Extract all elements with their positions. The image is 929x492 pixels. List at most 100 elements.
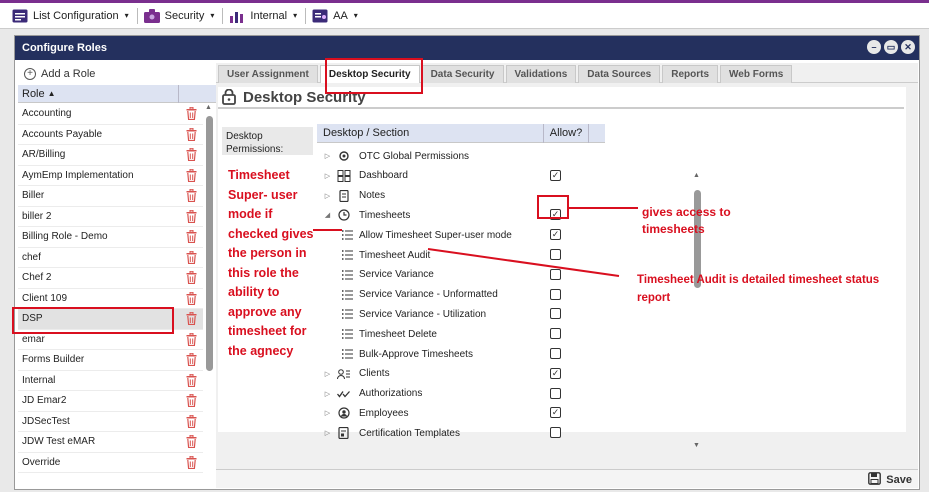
expand-toggle-icon[interactable]: ▷ [323,409,332,417]
trash-icon[interactable] [186,414,197,428]
tab-data-security[interactable]: Data Security [421,65,504,83]
trash-icon[interactable] [186,168,197,182]
tab-user-assignment[interactable]: User Assignment [218,65,318,83]
maximize-icon[interactable]: ▭ [884,40,898,54]
minimize-icon[interactable]: – [867,40,881,54]
section-column-header[interactable]: Desktop / Section [317,123,544,143]
close-icon[interactable]: ✕ [901,40,915,54]
role-row[interactable]: AR/Billing [18,145,203,166]
allow-checkbox[interactable] [550,427,561,439]
trash-icon[interactable] [186,393,197,408]
allow-checkbox[interactable] [550,387,561,399]
allow-checkbox[interactable] [550,348,561,359]
permission-row[interactable]: ▷ Authorizations [323,384,423,404]
permission-row[interactable]: ▷ Notes [323,186,385,206]
permission-row[interactable]: Allow Timesheet Super-user mode [341,225,512,245]
permission-row[interactable]: Service Variance - Utilization [341,304,486,324]
permission-row[interactable]: Service Variance - Unformatted [341,285,498,305]
allow-checkbox[interactable] [550,328,561,340]
chevron-down-icon: ▾ [124,11,129,20]
allow-checkbox[interactable]: ✓ [550,367,561,379]
trash-icon[interactable] [186,332,197,346]
trash-icon[interactable] [186,250,197,264]
expand-toggle-icon[interactable]: ◢ [323,211,332,219]
column-divider[interactable] [178,85,179,103]
permission-row[interactable]: ▷ Dashboard [323,166,408,186]
allow-checkbox[interactable] [550,268,561,280]
trash-icon[interactable] [186,188,197,203]
trash-icon[interactable] [186,311,197,326]
allow-checkbox[interactable]: ✓ [550,169,561,181]
role-row[interactable]: Accounting [18,104,203,125]
trash-icon[interactable] [186,229,197,244]
permission-row[interactable]: Timesheet Delete [341,324,437,344]
role-row[interactable]: Forms Builder [18,350,203,371]
permission-row[interactable]: Bulk-Approve Timesheets [341,344,473,364]
allow-checkbox[interactable]: ✓ [550,407,561,419]
expand-toggle-icon[interactable]: ▷ [323,152,332,160]
trash-icon[interactable] [186,373,197,387]
expand-toggle-icon[interactable]: ▷ [323,370,332,378]
permission-row[interactable]: ◢ Timesheets [323,205,410,225]
expand-toggle-icon[interactable]: ▷ [323,192,332,200]
expand-toggle-icon[interactable]: ▷ [323,390,332,398]
tab-web-forms[interactable]: Web Forms [720,65,793,83]
dialog-titlebar[interactable]: Configure Roles – ▭ ✕ [15,36,919,60]
role-row[interactable]: biller 2 [18,207,203,227]
allow-checkbox[interactable] [550,288,561,300]
tab-reports[interactable]: Reports [662,65,719,83]
expand-toggle-icon[interactable]: ▷ [323,429,332,437]
trash-icon[interactable] [186,106,197,121]
role-row[interactable]: AymEmp Implementation [18,166,203,186]
tab-validations[interactable]: Validations [505,65,577,83]
internal-menu[interactable]: Internal ▾ [229,9,297,23]
trash-icon[interactable] [186,291,197,305]
role-row[interactable]: Chef 2 [18,268,203,289]
permission-row[interactable]: ▷ OTC Global Permissions [323,146,469,166]
scroll-thumb[interactable] [206,116,213,371]
list-configuration-menu[interactable]: List Configuration ▾ [12,9,129,23]
scroll-down-icon[interactable]: ▼ [693,442,700,449]
roles-scrollbar[interactable]: ▲ ▼ [204,104,213,484]
permission-row[interactable]: ▷ Certification Templates [323,423,460,443]
permission-row[interactable]: ▷ Employees [323,403,408,423]
scroll-up-icon[interactable]: ▲ [693,172,700,179]
clock-icon [337,209,351,221]
user-menu[interactable]: AA ▾ [312,9,358,23]
role-row[interactable]: Override [18,453,203,473]
trash-icon[interactable] [186,209,197,223]
save-button[interactable]: Save [868,472,912,488]
tab-data-sources[interactable]: Data Sources [578,65,661,83]
plus-icon: + [24,68,36,80]
permission-row[interactable]: ▷ Clients [323,364,390,384]
role-row[interactable]: JDSecTest [18,412,203,432]
allow-checkbox[interactable]: ✓ [550,229,561,241]
role-label: Billing Role - Demo [22,231,108,243]
expand-toggle-icon[interactable]: ▷ [323,172,332,180]
role-column-header[interactable]: Role ▲ [18,85,216,103]
role-label: JD Emar2 [22,395,67,407]
allow-checkbox[interactable] [550,308,561,320]
role-row[interactable]: Internal [18,371,203,391]
role-row[interactable]: Biller [18,186,203,207]
role-row[interactable]: chef [18,248,203,268]
trash-icon[interactable] [186,455,197,469]
role-row[interactable]: Accounts Payable [18,125,203,145]
trash-icon[interactable] [186,270,197,285]
allow-checkbox[interactable] [550,249,561,260]
permission-label: Employees [359,407,409,419]
role-row[interactable]: JDW Test eMAR [18,432,203,453]
scroll-up-icon[interactable]: ▲ [205,104,212,111]
trash-icon[interactable] [186,127,197,141]
add-role-button[interactable]: + Add a Role [18,63,216,85]
permission-row[interactable]: Timesheet Audit [341,245,430,265]
allow-column-header[interactable]: Allow? [544,123,589,143]
role-row[interactable]: JD Emar2 [18,391,203,412]
security-menu[interactable]: Security ▾ [143,8,214,23]
permission-row[interactable]: Service Variance [341,265,434,285]
trash-icon[interactable] [186,434,197,449]
role-row[interactable]: Billing Role - Demo [18,227,203,248]
trash-icon[interactable] [186,352,197,367]
role-row[interactable]: Client 109 [18,289,203,309]
trash-icon[interactable] [186,147,197,162]
